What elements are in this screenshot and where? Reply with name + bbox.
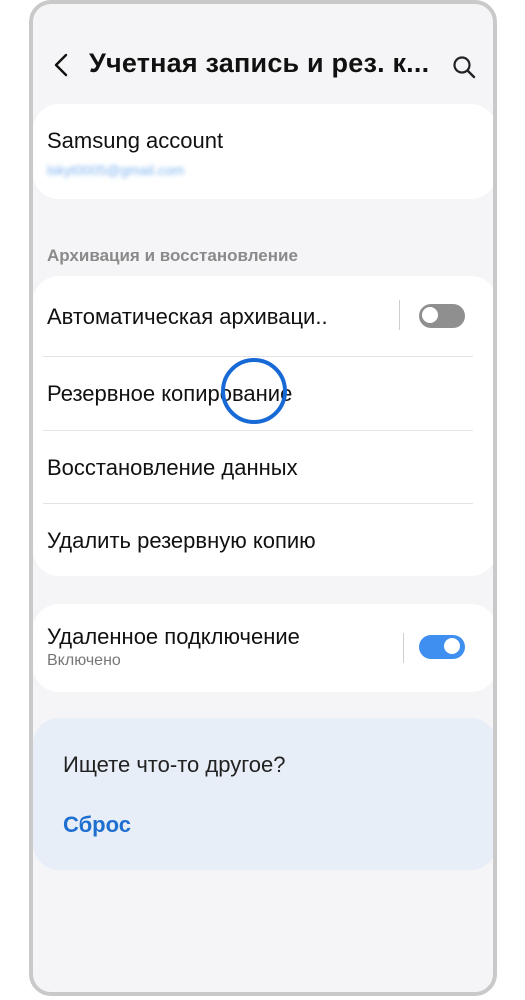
backup-card: Автоматическая архиваци.. Резервное копи… <box>33 276 493 576</box>
remote-title: Удаленное подключение <box>47 624 300 649</box>
reset-link[interactable]: Сброс <box>63 812 131 838</box>
phone-frame: Учетная запись и рез. к... Samsung accou… <box>29 0 497 996</box>
restore-label: Восстановление данных <box>47 455 298 480</box>
row-separator <box>399 300 400 330</box>
row-separator <box>403 633 404 663</box>
account-title: Samsung account <box>47 128 224 153</box>
page-title: Учетная запись и рез. к... <box>89 48 430 78</box>
auto-backup-label: Автоматическая архиваци.. <box>47 304 328 329</box>
toggle-knob <box>442 636 462 656</box>
app-header: Учетная запись и рез. к... <box>33 4 493 104</box>
account-email: lskyt0005@gmail.com <box>47 162 185 178</box>
samsung-account-card[interactable]: Samsung account lskyt0005@gmail.com <box>33 104 493 199</box>
looking-for-something-else-card: Ищете что-то другое? Сброс <box>33 718 493 870</box>
other-question: Ищете что-то другое? <box>63 752 286 777</box>
delete-backup-label: Удалить резервную копию <box>47 528 316 553</box>
back-button[interactable] <box>49 48 73 82</box>
backup-label: Резервное копирование <box>47 381 293 406</box>
remote-status: Включено <box>47 652 121 669</box>
remote-toggle[interactable] <box>419 635 465 659</box>
search-button[interactable] <box>451 54 477 80</box>
toggle-knob <box>420 305 440 325</box>
restore-row[interactable]: Восстановление данных <box>33 431 493 503</box>
section-heading-backup: Архивация и восстановление <box>47 246 298 265</box>
remote-connection-card[interactable]: Удаленное подключение Включено <box>33 604 493 692</box>
backup-row[interactable]: Резервное копирование <box>33 357 493 429</box>
delete-backup-row[interactable]: Удалить резервную копию <box>33 504 493 576</box>
search-icon <box>453 56 476 79</box>
auto-backup-toggle[interactable] <box>419 304 465 328</box>
chevron-left-icon <box>54 53 68 77</box>
auto-backup-row[interactable]: Автоматическая архиваци.. <box>33 276 493 354</box>
